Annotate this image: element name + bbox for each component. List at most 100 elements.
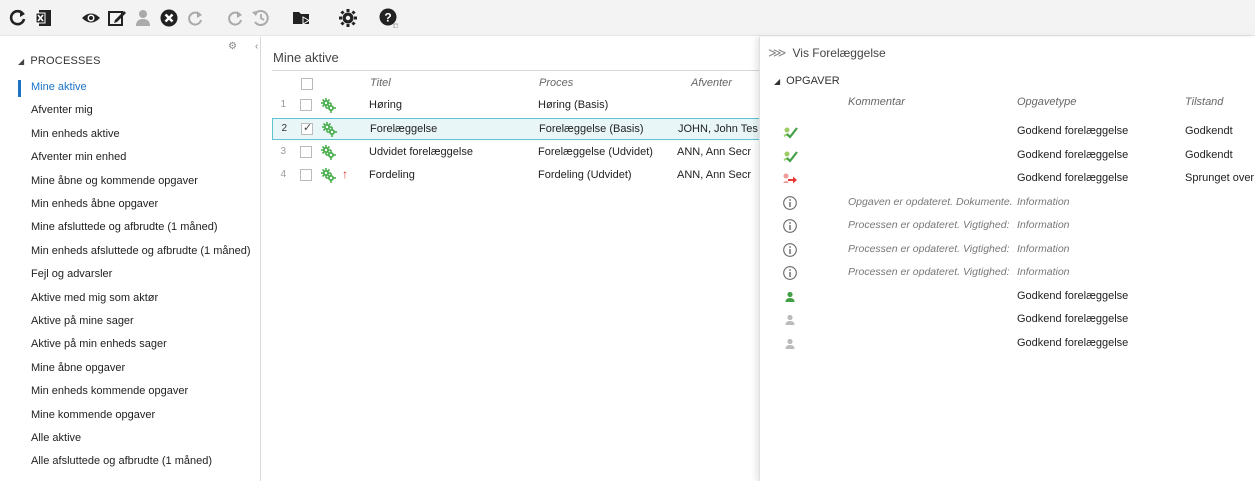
task-comment: Processen er opdateret. Vigtighed: ...	[848, 219, 1013, 231]
settings-gear-icon[interactable]	[336, 6, 360, 30]
table-row[interactable]: 2 Forelæggelse Forelæggelse (Basis) JOHN, J…	[272, 118, 759, 141]
task-row[interactable]: Processen er opdateret. Vigtighed: ... In…	[760, 215, 1255, 238]
process-gears-icon	[321, 121, 337, 138]
sidebar-item[interactable]: Aktive på mine sager	[31, 315, 134, 327]
view-icon[interactable]	[79, 6, 103, 30]
process-gears-icon	[320, 97, 336, 113]
row-awaiting: ANN, Ann Secr	[677, 168, 751, 181]
sidebar-item[interactable]: Alle aktive	[31, 432, 81, 444]
sidebar-section-label: PROCESSES	[30, 55, 101, 67]
table-row[interactable]: 3 Udvidet forelæggelse Forelæggelse (Udvid…	[272, 142, 759, 164]
task-type: Information	[1017, 266, 1070, 278]
collapse-triangle-icon: ◢	[18, 57, 25, 66]
column-header-title[interactable]: Titel	[370, 77, 391, 89]
task-type: Information	[1017, 195, 1070, 208]
user-pending-icon	[782, 336, 798, 352]
task-type: Godkend forelæggelse	[1017, 125, 1129, 137]
active-indicator	[18, 80, 21, 97]
row-number: 2	[281, 123, 287, 135]
task-type: Godkend forelæggelse	[1017, 289, 1129, 302]
tasks-section-label: OPGAVER	[786, 75, 840, 87]
task-row[interactable]: Godkend forelæggelse	[760, 333, 1255, 356]
sidebar-item[interactable]: Min enheds afsluttede og afbrudte (1 mån…	[31, 245, 251, 257]
task-comment: Opgaven er opdateret. Dokumente...	[848, 195, 1013, 208]
sidebar-item[interactable]: Aktive med mig som aktør	[31, 292, 158, 304]
sidebar-item[interactable]: Mine åbne opgaver	[31, 362, 125, 374]
cancel-icon[interactable]	[157, 6, 181, 30]
task-row[interactable]: Opgaven er opdateret. Dokumente... Inform…	[760, 192, 1255, 215]
column-header-tasktype[interactable]: Opgavetype	[1017, 96, 1076, 108]
sidebar-item[interactable]: Mine afsluttede og afbrudte (1 måned)	[31, 221, 218, 233]
process-list-panel: Mine aktive Titel Proces Afventer 1 Hørin…	[262, 37, 759, 481]
sidebar-item[interactable]: Min enheds kommende opgaver	[31, 385, 188, 397]
detail-header[interactable]: ⋙ Vis Forelæggelse	[768, 45, 886, 61]
task-type: Information	[1017, 219, 1070, 231]
task-state: Godkendt	[1185, 148, 1233, 161]
column-header-process[interactable]: Proces	[539, 77, 573, 89]
table-row[interactable]: 1 Høring Høring (Basis)	[272, 95, 759, 117]
sidebar-item[interactable]: Afventer min enhed	[31, 151, 126, 163]
row-checkbox[interactable]	[300, 145, 312, 158]
sidebar-section-processes[interactable]: ◢ PROCESSES	[18, 55, 101, 67]
row-process: Høring (Basis)	[538, 99, 609, 111]
sidebar-item[interactable]: Mine åbne og kommende opgaver	[31, 175, 198, 187]
help-icon[interactable]: ?	[376, 6, 400, 30]
excel-export-icon[interactable]	[32, 6, 56, 30]
refresh-icon[interactable]	[6, 6, 30, 30]
sidebar-settings-icon[interactable]: ⚙	[228, 41, 237, 52]
edit-icon[interactable]	[105, 6, 129, 30]
task-row[interactable]: Godkend forelæggelse	[760, 309, 1255, 332]
info-icon	[782, 265, 798, 281]
divider	[272, 70, 759, 71]
process-gears-icon	[320, 144, 336, 160]
folder-arrow-icon[interactable]	[290, 6, 314, 30]
row-process: Forelæggelse (Udvidet)	[538, 145, 653, 158]
task-type: Information	[1017, 242, 1070, 255]
info-icon	[782, 195, 798, 211]
expand-panel-icon[interactable]: ⋙	[768, 45, 787, 60]
task-type: Godkend forelæggelse	[1017, 148, 1129, 161]
redo-icon-disabled	[223, 6, 247, 30]
toolbar: ?	[0, 0, 1255, 36]
sidebar-item[interactable]: Alle afsluttede og afbrudte (1 måned)	[31, 455, 212, 467]
svg-text:?: ?	[384, 11, 391, 25]
sidebar-item[interactable]: Aktive på min enheds sager	[31, 338, 167, 350]
approved-check-icon	[782, 124, 798, 140]
column-header-comment[interactable]: Kommentar	[848, 96, 905, 108]
row-checkbox[interactable]	[301, 121, 313, 136]
task-row[interactable]: Godkend forelæggelse Godkendt	[760, 121, 1255, 144]
approved-check-icon	[782, 148, 798, 164]
user-icon	[131, 6, 155, 30]
task-row[interactable]: Godkend forelæggelse Sprunget over	[760, 168, 1255, 191]
task-row[interactable]: Processen er opdateret. Vigtighed: ... In…	[760, 239, 1255, 262]
column-header-state[interactable]: Tilstand	[1185, 96, 1223, 108]
sidebar-item[interactable]: Mine aktive	[31, 81, 87, 93]
task-row[interactable]: Processen er opdateret. Vigtighed: ... In…	[760, 262, 1255, 285]
row-process: Fordeling (Udvidet)	[538, 168, 632, 181]
row-checkbox[interactable]	[300, 99, 312, 111]
detail-title: Vis Forelæggelse	[792, 46, 886, 60]
sidebar-item[interactable]: Fejl og advarsler	[31, 268, 112, 280]
tasks-section[interactable]: ◢ OPGAVER	[774, 75, 840, 87]
user-pending-icon	[782, 312, 798, 328]
task-comment: Processen er opdateret. Vigtighed: ...	[848, 242, 1013, 255]
task-type: Godkend forelæggelse	[1017, 172, 1129, 184]
task-type: Godkend forelæggelse	[1017, 313, 1129, 325]
row-number: 4	[280, 168, 286, 180]
select-all-checkbox[interactable]	[301, 78, 313, 90]
table-row[interactable]: 4 ↑ Fordeling Fordeling (Udvidet) ANN, Ann S…	[272, 165, 759, 187]
task-row[interactable]: Godkend forelæggelse Godkendt	[760, 145, 1255, 168]
sidebar-item[interactable]: Min enheds åbne opgaver	[31, 198, 158, 210]
row-checkbox[interactable]	[300, 168, 312, 181]
sidebar-item[interactable]: Afventer mig	[31, 104, 93, 116]
sidebar-item[interactable]: Mine kommende opgaver	[31, 409, 155, 421]
history-icon	[249, 6, 273, 30]
column-header-awaiting[interactable]: Afventer	[691, 77, 732, 89]
info-icon	[782, 218, 798, 234]
collapse-sidebar-icon[interactable]: ‹	[255, 41, 258, 52]
sidebar-item[interactable]: Min enheds aktive	[31, 128, 120, 140]
skipped-arrow-icon	[782, 171, 798, 187]
list-title: Mine aktive	[273, 50, 339, 65]
task-row[interactable]: Godkend forelæggelse	[760, 286, 1255, 309]
row-awaiting: JOHN, John Tes	[678, 123, 758, 136]
